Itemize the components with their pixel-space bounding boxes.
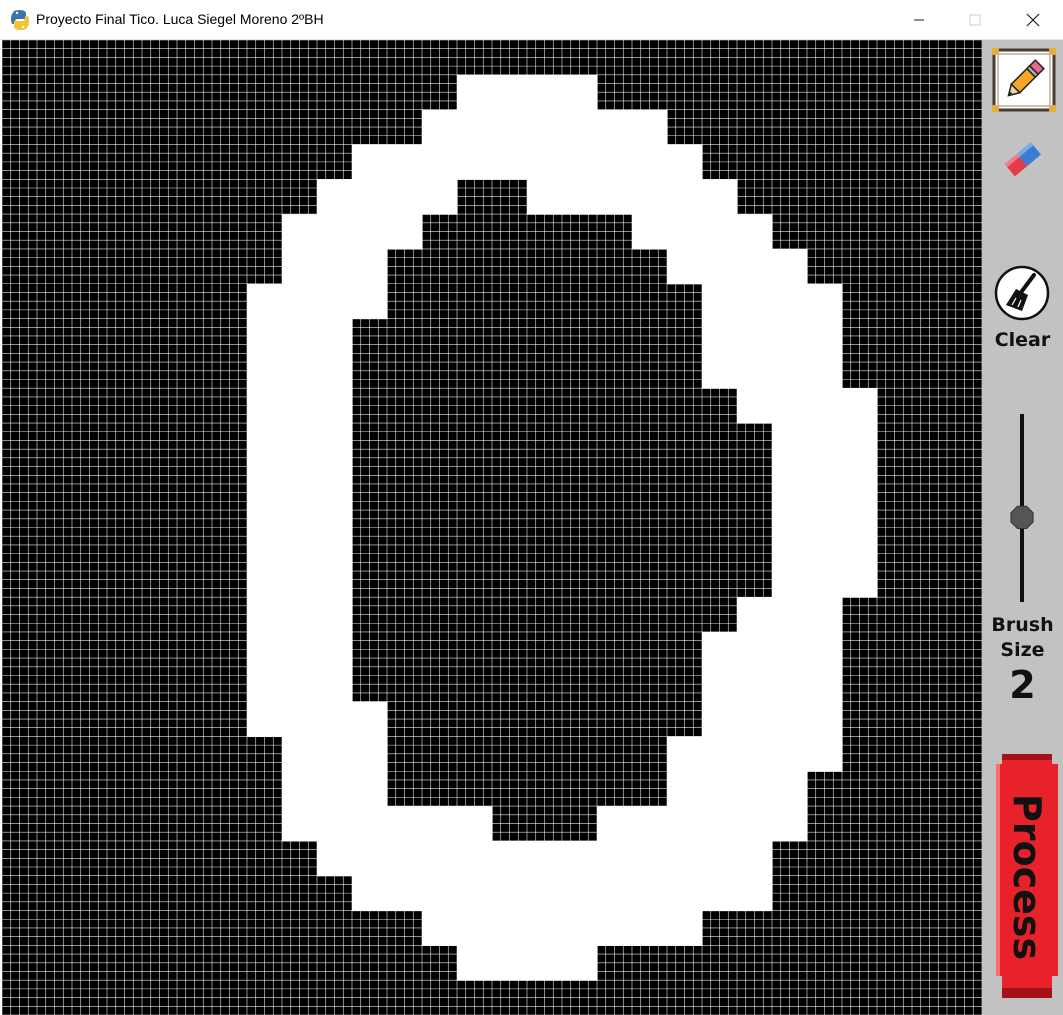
process-label: Process — [1005, 793, 1049, 961]
pixel-grid[interactable] — [2, 40, 982, 1015]
pencil-icon — [992, 48, 1056, 112]
slider-knob[interactable] — [1010, 505, 1034, 529]
drawing-canvas[interactable] — [2, 40, 982, 1015]
clear-button[interactable] — [994, 265, 1050, 321]
close-button[interactable] — [1004, 0, 1062, 40]
clear-label: Clear — [994, 329, 1051, 351]
tool-sidebar: Clear Brush Size 2 Process — [982, 40, 1063, 1015]
maximize-button[interactable] — [946, 0, 1004, 40]
maximize-icon — [969, 14, 981, 26]
broom-icon — [994, 265, 1050, 321]
brush-size-label: Brush Size — [991, 614, 1054, 661]
title-bar: Proyecto Final Tico. Luca Siegel Moreno … — [0, 0, 1063, 40]
close-icon — [1026, 13, 1040, 27]
minimize-button[interactable] — [890, 0, 948, 40]
brush-size-slider[interactable] — [1007, 410, 1037, 606]
eraser-icon — [1004, 142, 1041, 177]
python-icon — [11, 10, 29, 30]
pencil-tool-button[interactable] — [992, 48, 1056, 112]
window-title: Proyecto Final Tico. Luca Siegel Moreno … — [36, 11, 324, 27]
brush-size-value: 2 — [1009, 663, 1036, 707]
minimize-icon — [914, 19, 924, 21]
eraser-tool-button[interactable] — [998, 136, 1046, 184]
